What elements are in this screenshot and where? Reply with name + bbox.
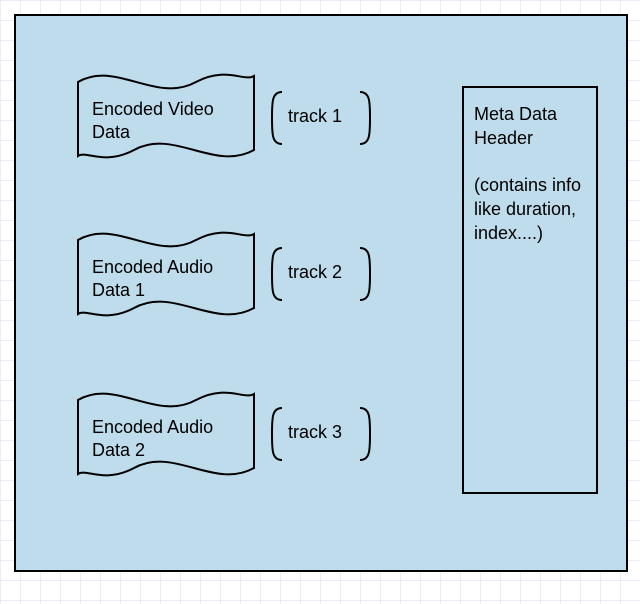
meta-subtitle: (contains info like duration, index....) [474,173,586,246]
track-bracket: track 3 [266,404,376,464]
track-label: track 2 [288,262,342,283]
encoded-data-label: Encoded Audio Data 1 [92,256,242,301]
encoded-data-flag: Encoded Video Data [76,64,256,168]
diagram-container: Encoded Video Data track 1 Encoded Audio… [14,14,628,572]
encoded-data-flag: Encoded Audio Data 2 [76,382,256,486]
track-label: track 1 [288,106,342,127]
track-bracket: track 2 [266,244,376,304]
encoded-data-label: Encoded Audio Data 2 [92,416,242,461]
encoded-data-flag: Encoded Audio Data 1 [76,222,256,326]
encoded-data-label: Encoded Video Data [92,98,242,143]
track-label: track 3 [288,422,342,443]
track-bracket: track 1 [266,88,376,148]
meta-title: Meta Data Header [474,102,586,151]
meta-data-header-box: Meta Data Header (contains info like dur… [462,86,598,494]
